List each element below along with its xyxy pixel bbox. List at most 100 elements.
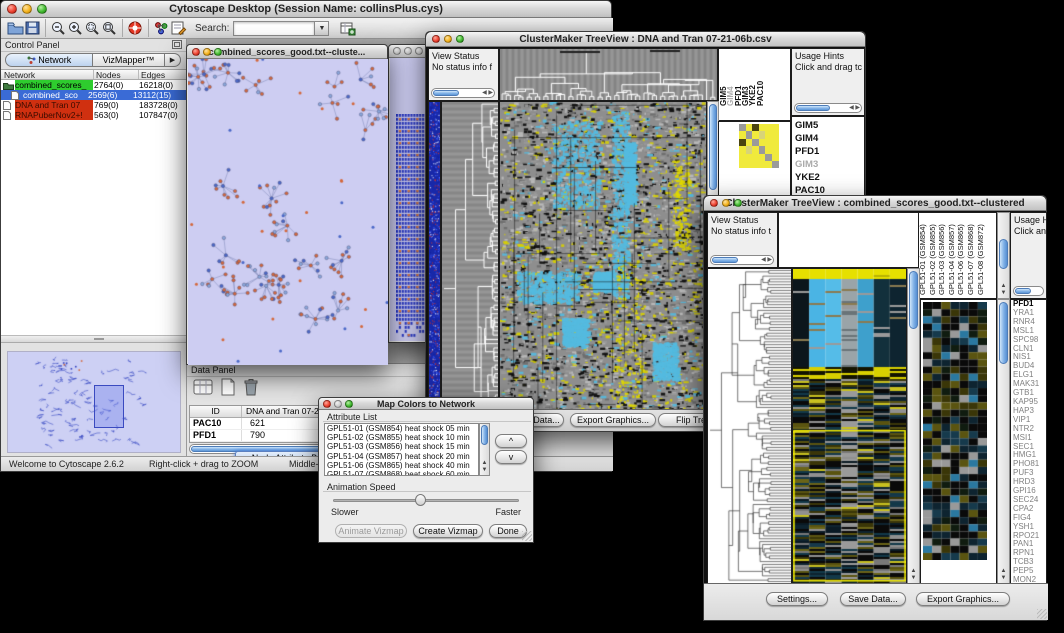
tv1-status-scrollbar[interactable]: ◀ ▶ (431, 88, 495, 98)
matrix-cell[interactable] (765, 124, 772, 131)
zoom-window-icon[interactable] (214, 48, 222, 56)
matrix-cell[interactable] (746, 161, 753, 168)
matrix-cell[interactable] (746, 139, 753, 146)
matrix-cell[interactable] (739, 124, 746, 131)
tv2-heatmap[interactable] (792, 268, 907, 584)
dialog-create-vizmap-button[interactable]: Create Vizmap (413, 524, 483, 538)
tv2-labels-vscrollbar[interactable]: ▲▼ (997, 212, 1010, 299)
matrix-cell[interactable] (765, 154, 772, 161)
col-header-nodes[interactable]: Nodes (94, 70, 139, 79)
animation-speed-slider-track[interactable] (333, 499, 519, 502)
tab-network[interactable]: Network (5, 53, 93, 67)
tv2-status-scrollbar[interactable]: ◀ ▶ (710, 255, 774, 265)
tv2-hints-scrollbar[interactable] (1013, 286, 1044, 296)
matrix-cell[interactable] (759, 146, 766, 153)
matrix-cell[interactable] (752, 124, 759, 131)
matrix-cell[interactable] (739, 154, 746, 161)
zoom-in-icon[interactable] (67, 20, 84, 36)
attribute-browser-icon[interactable] (339, 20, 356, 36)
matrix-cell[interactable] (746, 124, 753, 131)
close-icon[interactable] (323, 400, 331, 408)
minimize-icon[interactable] (722, 199, 730, 207)
matrix-cell[interactable] (759, 131, 766, 138)
minimize-icon[interactable] (203, 48, 211, 56)
network-list-item[interactable]: RNAPuberNov2+!563(0)107847(0) (1, 110, 186, 120)
matrix-cell[interactable] (739, 131, 746, 138)
tv2-heatmap-vscrollbar[interactable]: ▲▼ (907, 268, 920, 584)
matrix-cell[interactable] (765, 131, 772, 138)
resize-grip[interactable] (1037, 609, 1047, 619)
matrix-cell[interactable] (759, 161, 766, 168)
matrix-cell[interactable] (739, 146, 746, 153)
zoom-out-icon[interactable] (50, 20, 67, 36)
close-icon[interactable] (393, 47, 401, 55)
matrix-cell[interactable] (752, 154, 759, 161)
search-dropdown-button[interactable]: ▼ (315, 21, 329, 36)
resize-grip[interactable] (522, 531, 532, 541)
matrix-cell[interactable] (772, 146, 779, 153)
vizmapper-icon[interactable] (153, 20, 170, 36)
attribute-list-item[interactable]: GPL51-07 (GSM868) heat shock 60 min (325, 470, 478, 476)
tv2-settings-button[interactable]: Settings... (766, 592, 828, 606)
tv2-row-dendrogram[interactable] (707, 268, 792, 584)
matrix-cell[interactable] (765, 161, 772, 168)
animation-speed-slider-thumb[interactable] (415, 494, 426, 506)
zoom-selected-icon[interactable] (84, 20, 101, 36)
matrix-cell[interactable] (772, 131, 779, 138)
tv1-column-dendrogram[interactable] (499, 48, 718, 101)
gene-label[interactable]: PFD1 (792, 145, 864, 158)
tv1-hints-scrollbar[interactable]: ◀ ▶ (794, 103, 862, 113)
tv2-column-dendrogram[interactable] (778, 212, 920, 268)
minimize-icon[interactable] (22, 4, 32, 14)
tv2-zoom-vscrollbar[interactable]: ▲▼ (997, 299, 1010, 584)
close-icon[interactable] (710, 199, 718, 207)
tv2-gene-list[interactable]: PFD1YRA1RNR4MSL1SPC98CLN1NIS1BUD4ELG1MAK… (1010, 299, 1047, 584)
network1-titlebar[interactable]: combined_scores_good.txt--cluste... (187, 45, 387, 59)
help-lifering-icon[interactable] (127, 20, 144, 36)
annotation-icon[interactable] (170, 20, 187, 36)
zoom-window-icon[interactable] (37, 4, 47, 14)
tv2-zoom-heatmap[interactable] (920, 299, 997, 584)
matrix-cell[interactable] (759, 154, 766, 161)
network1-canvas[interactable] (188, 59, 386, 363)
tv2-save-data-button[interactable]: Save Data... (840, 592, 906, 606)
move-down-button[interactable]: v (495, 450, 527, 464)
close-icon[interactable] (7, 4, 17, 14)
network-list-item[interactable]: DNA and Tran 07769(0)183728(0) (1, 100, 186, 110)
matrix-cell[interactable] (759, 139, 766, 146)
matrix-cell[interactable] (765, 146, 772, 153)
close-icon[interactable] (432, 35, 440, 43)
matrix-cell[interactable] (752, 146, 759, 153)
treeview1-titlebar[interactable]: ClusterMaker TreeView : DNA and Tran 07-… (426, 32, 865, 47)
matrix-cell[interactable] (752, 161, 759, 168)
minimize-icon[interactable] (404, 47, 412, 55)
attribute-select-icon[interactable] (193, 378, 213, 401)
panel-splitter[interactable] (1, 336, 186, 343)
tv2-export-graphics-button[interactable]: Export Graphics... (916, 592, 1010, 606)
dialog-titlebar[interactable]: Map Colors to Network (319, 398, 533, 410)
attribute-list-item[interactable]: GPL51-02 (GSM855) heat shock 10 min (325, 433, 478, 442)
network-list-item[interactable]: combined_scores_2764(0)16218(0) (1, 80, 186, 90)
matrix-cell[interactable] (746, 131, 753, 138)
attribute-list-item[interactable]: GPL51-01 (GSM854) heat shock 05 min (325, 424, 478, 433)
minimize-icon[interactable] (334, 400, 342, 408)
new-attribute-icon[interactable] (219, 378, 237, 401)
matrix-cell[interactable] (772, 139, 779, 146)
col-header-network[interactable]: Network (1, 70, 94, 79)
zoom-window-icon[interactable] (456, 35, 464, 43)
treeview2-titlebar[interactable]: ClusterMaker TreeView : combined_scores_… (704, 196, 1046, 211)
gene-label[interactable]: GIM5 (792, 119, 864, 132)
minimize-icon[interactable] (444, 35, 452, 43)
zoom-window-icon[interactable] (345, 400, 353, 408)
tv1-global-overview-strip[interactable] (428, 101, 441, 411)
matrix-cell[interactable] (752, 131, 759, 138)
scroll-thumb[interactable] (709, 104, 717, 190)
attribute-list-vscrollbar[interactable]: ▲▼ (479, 423, 490, 476)
attribute-list[interactable]: GPL51-01 (GSM854) heat shock 05 minGPL51… (324, 423, 479, 476)
save-icon[interactable] (24, 20, 41, 36)
network-list-item[interactable]: combined_sco2569(6)13112(15) (1, 90, 186, 100)
matrix-cell[interactable] (746, 146, 753, 153)
main-titlebar[interactable]: Cytoscape Desktop (Session Name: collins… (1, 1, 611, 18)
scroll-thumb[interactable] (909, 271, 918, 329)
scroll-thumb[interactable] (481, 425, 488, 445)
